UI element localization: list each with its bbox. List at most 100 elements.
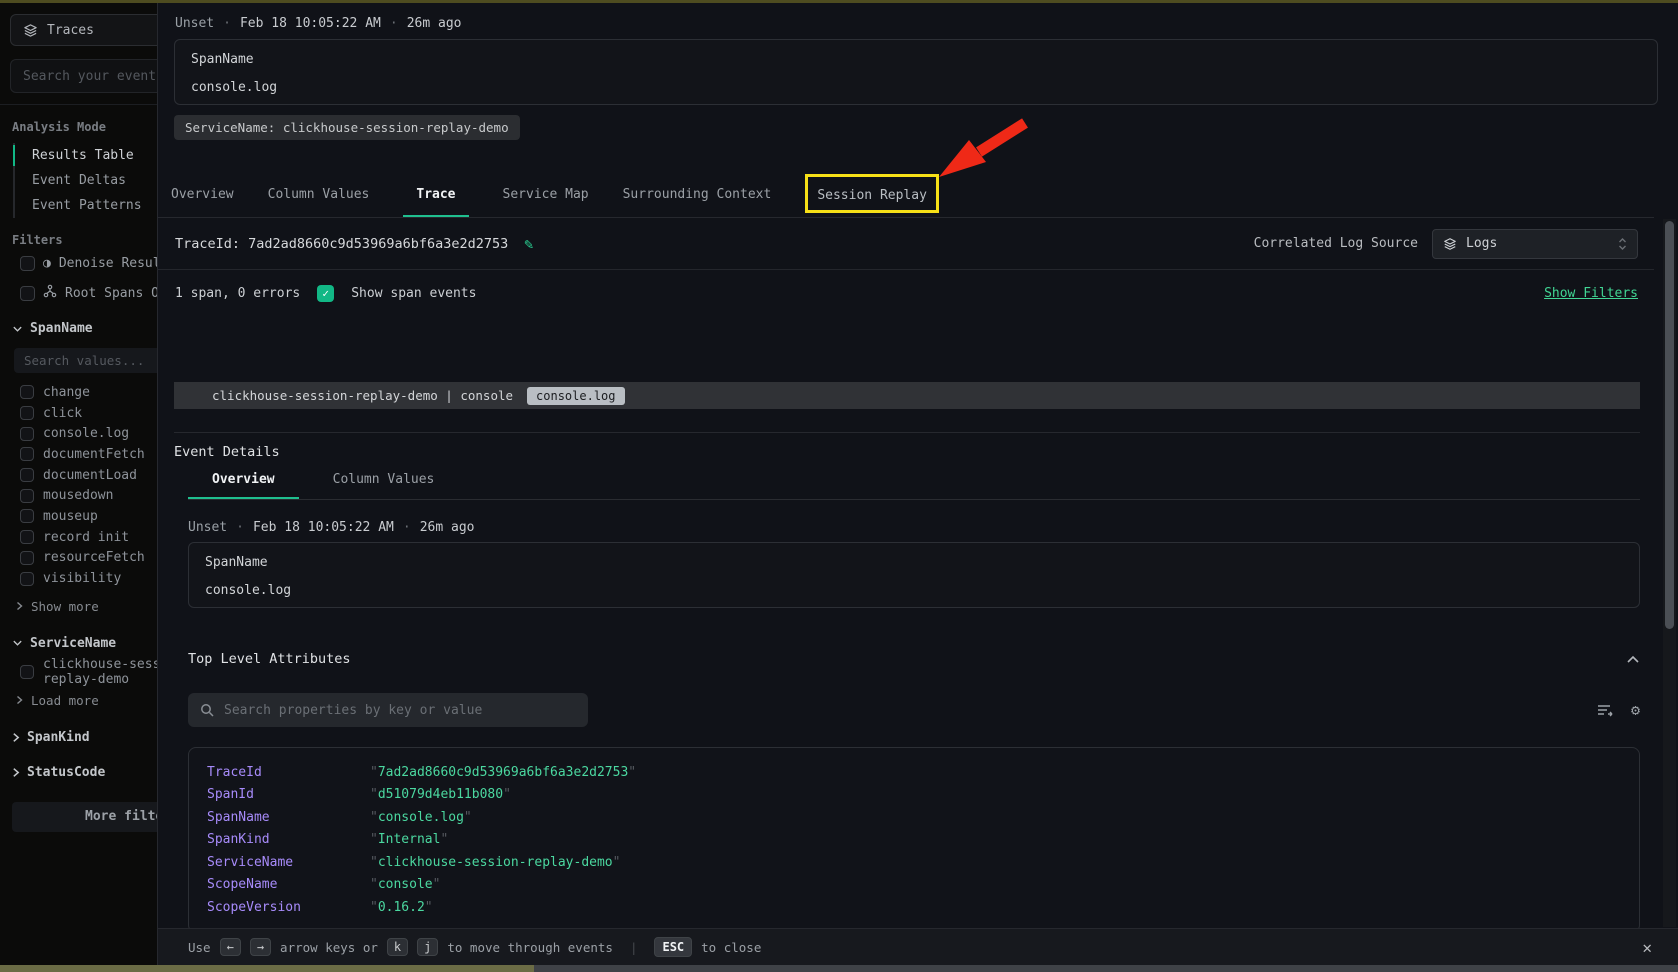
facet-checkbox[interactable]: [20, 447, 34, 461]
hierarchy-icon: [43, 284, 57, 302]
event-search-input[interactable]: Search your event: [10, 59, 157, 93]
root-spans-toggle[interactable]: Root Spans Only: [20, 284, 157, 302]
analysis-mode-nav: Results Table Event Deltas Event Pattern…: [13, 143, 157, 218]
load-more-link[interactable]: Load more: [16, 689, 157, 712]
facet-checkbox[interactable]: [20, 665, 34, 679]
span-name-value: console.log: [191, 80, 1641, 95]
gear-icon[interactable]: ⚙: [1631, 701, 1640, 719]
show-span-events-checkbox[interactable]: ✓: [317, 285, 334, 302]
span-count-text: 1 span, 0 errors: [175, 286, 300, 301]
facet-value-row[interactable]: mousedown: [20, 485, 157, 506]
service-name-badge[interactable]: ServiceName: clickhouse-session-replay-d…: [174, 115, 520, 140]
attribute-value[interactable]: d51079d4eb11b080: [370, 787, 511, 802]
video-progress-played: [0, 965, 534, 972]
attribute-key[interactable]: ScopeVersion: [207, 900, 370, 915]
top-level-attributes-title: Top Level Attributes: [188, 651, 351, 667]
subtab-column-values[interactable]: Column Values: [309, 466, 459, 499]
group-label: SpanName: [30, 321, 93, 336]
tab-surrounding-context[interactable]: Surrounding Context: [623, 187, 772, 217]
facet-checkbox[interactable]: [20, 468, 34, 482]
facet-checkbox[interactable]: [20, 551, 34, 565]
correlated-log-source-label: Correlated Log Source: [1254, 236, 1418, 251]
tab-trace[interactable]: Trace: [403, 187, 468, 217]
root-spans-checkbox[interactable]: [20, 286, 35, 301]
facet-checkbox[interactable]: [20, 530, 34, 544]
source-selector-button[interactable]: Traces: [10, 14, 157, 46]
attribute-value[interactable]: console: [370, 877, 440, 892]
panel-scrollbar[interactable]: [1663, 219, 1676, 927]
attribute-value[interactable]: 7ad2ad8660c9d53969a6bf6a3e2d2753: [370, 765, 636, 780]
scrollbar-thumb[interactable]: [1665, 221, 1674, 629]
attribute-key[interactable]: TraceId: [207, 765, 370, 780]
facet-value-row[interactable]: change: [20, 382, 157, 403]
nav-item-event-deltas[interactable]: Event Deltas: [15, 168, 157, 193]
attribute-value[interactable]: Internal: [370, 832, 448, 847]
tab-service-map[interactable]: Service Map: [503, 187, 589, 217]
esc-key: ESC: [654, 937, 692, 957]
facet-value-row[interactable]: record init: [20, 527, 157, 548]
close-icon[interactable]: ✕: [1642, 938, 1652, 957]
facet-checkbox[interactable]: [20, 385, 34, 399]
event-relative-time: 26m ago: [420, 520, 475, 535]
video-top-strip: [0, 0, 1678, 3]
edit-trace-id-icon[interactable]: ✎: [524, 235, 533, 253]
chevron-down-icon: [12, 325, 23, 333]
collapse-section-chevron-up-icon[interactable]: [1626, 655, 1640, 664]
facet-value-row[interactable]: documentFetch: [20, 444, 157, 465]
attribute-key[interactable]: SpanKind: [207, 832, 370, 847]
facet-checkbox[interactable]: [20, 572, 34, 586]
show-span-events-label: Show span events: [351, 286, 476, 301]
attribute-key[interactable]: SpanId: [207, 787, 370, 802]
root-spans-label: Root Spans Only: [65, 286, 157, 301]
attribute-key[interactable]: ServiceName: [207, 855, 370, 870]
tab-session-replay[interactable]: Session Replay: [817, 188, 927, 203]
subtab-overview[interactable]: Overview: [188, 466, 299, 499]
facet-value-row[interactable]: resourceFetch: [20, 548, 157, 569]
facet-value-row[interactable]: documentLoad: [20, 465, 157, 486]
group-label: ServiceName: [30, 636, 116, 651]
nav-item-event-patterns[interactable]: Event Patterns: [15, 193, 157, 218]
facet-label: visibility: [43, 571, 121, 586]
facet-value-row[interactable]: click: [20, 403, 157, 424]
analysis-mode-label: Analysis Mode: [12, 120, 157, 134]
group-header-statuscode[interactable]: StatusCode: [12, 759, 157, 786]
show-filters-link[interactable]: Show Filters: [1544, 286, 1638, 301]
attribute-key[interactable]: ScopeName: [207, 877, 370, 892]
attribute-value[interactable]: console.log: [370, 810, 472, 825]
video-progress-bar[interactable]: [0, 965, 1678, 972]
attribute-value[interactable]: clickhouse-session-replay-demo: [370, 855, 620, 870]
event-detail-panel: Unset · Feb 18 10:05:22 AM · 26m ago Spa…: [157, 3, 1678, 972]
facet-checkbox[interactable]: [20, 406, 34, 420]
facet-checkbox[interactable]: [20, 427, 34, 441]
show-more-link[interactable]: Show more: [16, 595, 157, 618]
tab-column-values[interactable]: Column Values: [268, 187, 370, 217]
source-selector-label: Traces: [47, 23, 94, 38]
sidebar-divider: [0, 104, 157, 105]
attribute-row: SpanKind Internal: [207, 829, 1639, 852]
nav-item-results-table[interactable]: Results Table: [15, 143, 157, 168]
group-header-servicename[interactable]: ServiceName: [12, 630, 157, 657]
log-source-select[interactable]: Logs: [1432, 229, 1638, 259]
attribute-search-input[interactable]: Search properties by key or value: [188, 693, 588, 727]
facet-value-row[interactable]: console.log: [20, 423, 157, 444]
denoise-results-toggle[interactable]: ◑ Denoise Results: [20, 256, 157, 271]
log-source-value: Logs: [1466, 236, 1497, 251]
layers-icon: [23, 23, 38, 38]
facet-checkbox[interactable]: [20, 489, 34, 503]
facet-value-row[interactable]: visibility: [20, 568, 157, 589]
tab-overview[interactable]: Overview: [171, 187, 234, 217]
attribute-value[interactable]: 0.16.2: [370, 900, 433, 915]
group-header-spanname[interactable]: SpanName: [12, 315, 157, 342]
section-divider: [174, 432, 1640, 433]
group-header-spankind[interactable]: SpanKind: [12, 724, 157, 751]
waterfall-span-row[interactable]: clickhouse-session-replay-demo | console…: [174, 382, 1640, 409]
facet-value-row[interactable]: mouseup: [20, 506, 157, 527]
spanname-values-search-input[interactable]: Search values...: [14, 348, 157, 373]
more-filters-button[interactable]: More filters: [12, 802, 157, 832]
facet-value-row[interactable]: clickhouse-session-replay-demo: [20, 662, 157, 683]
denoise-checkbox[interactable]: [20, 256, 35, 271]
filter-lines-icon[interactable]: [1597, 703, 1613, 717]
facet-checkbox[interactable]: [20, 509, 34, 523]
span-name-label: SpanName: [191, 52, 1641, 67]
attribute-key[interactable]: SpanName: [207, 810, 370, 825]
